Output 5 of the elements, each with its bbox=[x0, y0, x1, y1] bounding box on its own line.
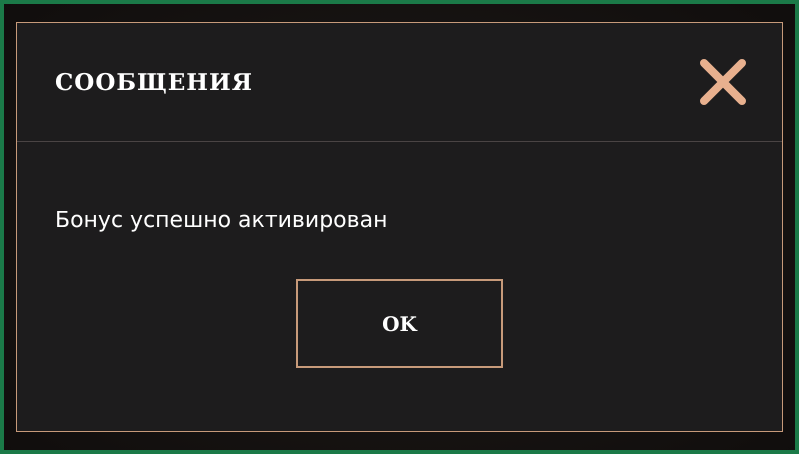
dialog-title: СООБЩЕНИЯ bbox=[55, 68, 254, 96]
message-text: Бонус успешно активирован bbox=[55, 208, 388, 233]
close-button[interactable] bbox=[698, 57, 748, 107]
ok-button[interactable]: OK bbox=[296, 279, 503, 368]
close-icon bbox=[698, 57, 748, 107]
